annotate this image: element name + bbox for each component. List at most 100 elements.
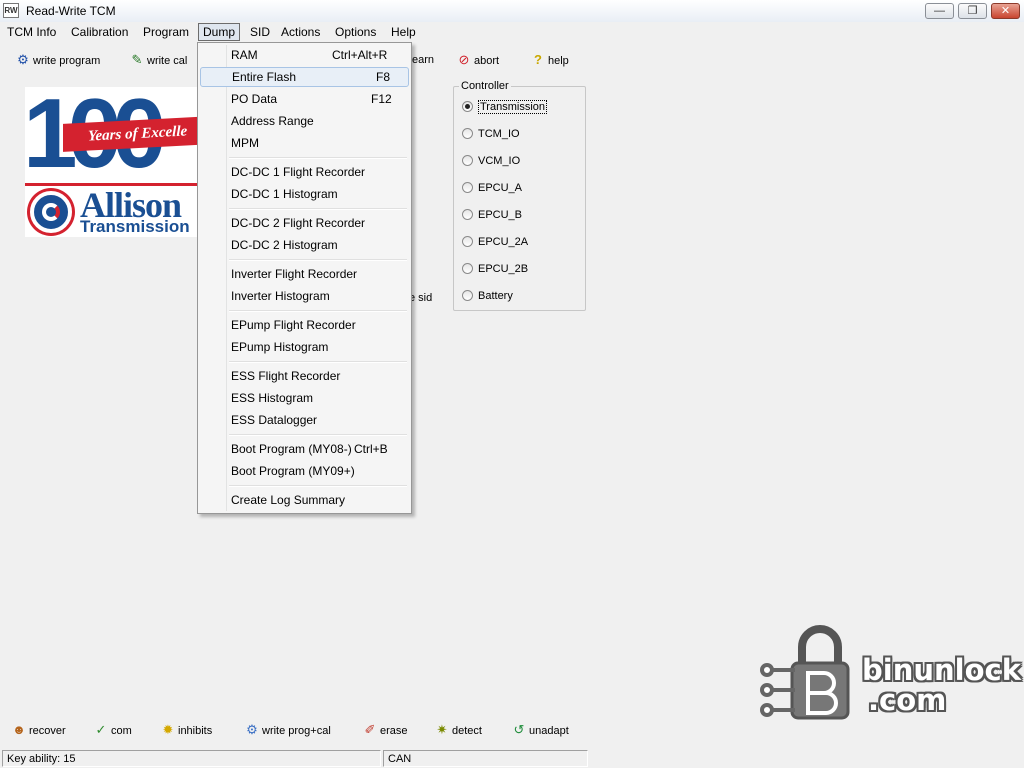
status-bar: Key ability: 15 CAN	[0, 748, 1024, 768]
menu-item-dcdc2-flight-recorder[interactable]: DC-DC 2 Flight Recorder	[200, 213, 409, 233]
recover-button[interactable]: ☻ recover	[12, 720, 66, 740]
radio-epcu-b[interactable]: EPCU_B	[462, 207, 522, 223]
minimize-button[interactable]: —	[925, 3, 954, 19]
radio-epcu-2a[interactable]: EPCU_2A	[462, 234, 528, 250]
menu-item-ess-histogram[interactable]: ESS Histogram	[200, 388, 409, 408]
inhibits-button[interactable]: ✹ inhibits	[161, 720, 213, 740]
menu-item-create-log-summary[interactable]: Create Log Summary	[200, 490, 409, 510]
menu-item-entire-flash[interactable]: Entire Flash F8	[200, 67, 409, 87]
menu-item-label: Create Log Summary	[231, 493, 346, 507]
menu-item-label: ESS Datalogger	[231, 413, 318, 427]
menu-separator	[229, 259, 407, 261]
menu-calibration[interactable]: Calibration	[67, 24, 132, 41]
menu-item-label: DC-DC 2 Flight Recorder	[231, 216, 366, 230]
inhibits-label: inhibits	[178, 725, 213, 737]
radio-label: TCM_IO	[478, 128, 520, 140]
radio-transmission[interactable]: Transmission	[462, 99, 547, 115]
menu-dump[interactable]: Dump	[198, 23, 241, 41]
write-prog-cal-button[interactable]: ⚙ write prog+cal	[245, 720, 331, 740]
watermark-domain: .com	[868, 683, 947, 717]
unadapt-label: unadapt	[529, 725, 569, 737]
radio-epcu-a[interactable]: EPCU_A	[462, 180, 522, 196]
menu-item-address-range[interactable]: Address Range	[200, 111, 409, 131]
controller-groupbox	[453, 86, 586, 311]
menu-item-ess-datalogger[interactable]: ESS Datalogger	[200, 410, 409, 430]
eraser-icon: ✐	[364, 722, 376, 737]
learn-button[interactable]: earn	[412, 50, 434, 70]
menu-item-inverter-histogram[interactable]: Inverter Histogram	[200, 286, 409, 306]
menu-item-dcdc2-histogram[interactable]: DC-DC 2 Histogram	[200, 235, 409, 255]
radio-battery[interactable]: Battery	[462, 288, 513, 304]
detect-button[interactable]: ✷ detect	[435, 720, 482, 740]
menu-help[interactable]: Help	[387, 24, 420, 41]
menu-item-label: RAM	[231, 48, 258, 62]
recover-label: recover	[29, 725, 66, 737]
write-program-button[interactable]: ⚙ write program	[16, 50, 100, 70]
menu-separator	[229, 361, 407, 363]
menu-item-boot-program-my08[interactable]: Boot Program (MY08-) Ctrl+B	[200, 439, 409, 459]
learn-label: earn	[412, 54, 435, 66]
menu-item-label: EPump Histogram	[231, 340, 329, 354]
menu-separator	[229, 434, 407, 436]
menu-item-po-data[interactable]: PO Data F12	[200, 89, 409, 109]
radio-tcm-io[interactable]: TCM_IO	[462, 126, 520, 142]
radio-label: Transmission	[478, 100, 547, 114]
com-label: com	[111, 725, 132, 737]
maximize-button[interactable]: ❐	[958, 3, 987, 19]
menu-item-epump-flight-recorder[interactable]: EPump Flight Recorder	[200, 315, 409, 335]
menu-item-label: ESS Flight Recorder	[231, 369, 341, 383]
watermark-text: binunlock	[862, 653, 1021, 687]
radio-label: VCM_IO	[478, 155, 521, 167]
sun-icon: ✹	[162, 722, 174, 737]
help-button[interactable]: ? help	[531, 50, 569, 70]
menu-item-ram[interactable]: RAM Ctrl+Alt+R	[200, 45, 409, 65]
menu-item-ess-flight-recorder[interactable]: ESS Flight Recorder	[200, 366, 409, 386]
abort-button[interactable]: ⊘ abort	[457, 50, 500, 70]
pen-icon: ✎	[131, 52, 143, 67]
radio-selected-icon	[462, 100, 473, 112]
question-icon: ?	[534, 52, 542, 67]
menu-separator	[229, 208, 407, 210]
menu-item-label: Address Range	[231, 114, 314, 128]
menu-item-shortcut: Ctrl+Alt+R	[332, 48, 388, 62]
menu-sid[interactable]: SID	[246, 24, 274, 41]
allison-logo: 100 Years of Excelle Allison Transmissio…	[25, 87, 200, 237]
sid-fragment: e sid	[409, 292, 433, 304]
write-cal-label: write cal	[147, 55, 188, 67]
menu-options[interactable]: Options	[331, 24, 380, 41]
menu-item-inverter-flight-recorder[interactable]: Inverter Flight Recorder	[200, 264, 409, 284]
write-cal-button[interactable]: ✎ write cal	[130, 50, 188, 70]
radio-icon	[462, 208, 473, 220]
com-button[interactable]: ✓ com	[94, 720, 132, 740]
menu-item-shortcut: F12	[371, 92, 392, 106]
menu-item-dcdc1-flight-recorder[interactable]: DC-DC 1 Flight Recorder	[200, 162, 409, 182]
detect-label: detect	[452, 725, 482, 737]
menu-actions[interactable]: Actions	[277, 24, 324, 41]
menu-item-shortcut: F8	[376, 70, 391, 84]
menu-separator	[229, 157, 407, 159]
menu-tcm-info[interactable]: TCM Info	[3, 24, 60, 41]
controller-title: Controller	[459, 80, 511, 92]
menu-item-dcdc1-histogram[interactable]: DC-DC 1 Histogram	[200, 184, 409, 204]
menu-item-label: DC-DC 2 Histogram	[231, 238, 338, 252]
menu-program[interactable]: Program	[139, 24, 193, 41]
erase-label: erase	[380, 725, 408, 737]
radio-label: EPCU_A	[478, 182, 523, 194]
menu-item-epump-histogram[interactable]: EPump Histogram	[200, 337, 409, 357]
radio-label: EPCU_2A	[478, 236, 529, 248]
gear-icon: ⚙	[17, 52, 29, 67]
radio-vcm-io[interactable]: VCM_IO	[462, 153, 520, 169]
logo-brand-sub: Transmission	[80, 217, 190, 236]
menu-item-mpm[interactable]: MPM	[200, 133, 409, 153]
write-prog-cal-label: write prog+cal	[262, 725, 331, 737]
menu-item-boot-program-my09[interactable]: Boot Program (MY09+)	[200, 461, 409, 481]
unadapt-button[interactable]: ↺ unadapt	[512, 720, 569, 740]
menu-item-shortcut: Ctrl+B	[354, 442, 388, 456]
erase-button[interactable]: ✐ erase	[363, 720, 408, 740]
menu-item-label: Inverter Histogram	[231, 289, 330, 303]
undo-icon: ↺	[513, 722, 525, 737]
menu-item-label: Entire Flash	[232, 70, 297, 84]
allison-emblem-icon	[30, 191, 72, 233]
close-button[interactable]: ✕	[991, 3, 1020, 19]
radio-epcu-2b[interactable]: EPCU_2B	[462, 261, 528, 277]
